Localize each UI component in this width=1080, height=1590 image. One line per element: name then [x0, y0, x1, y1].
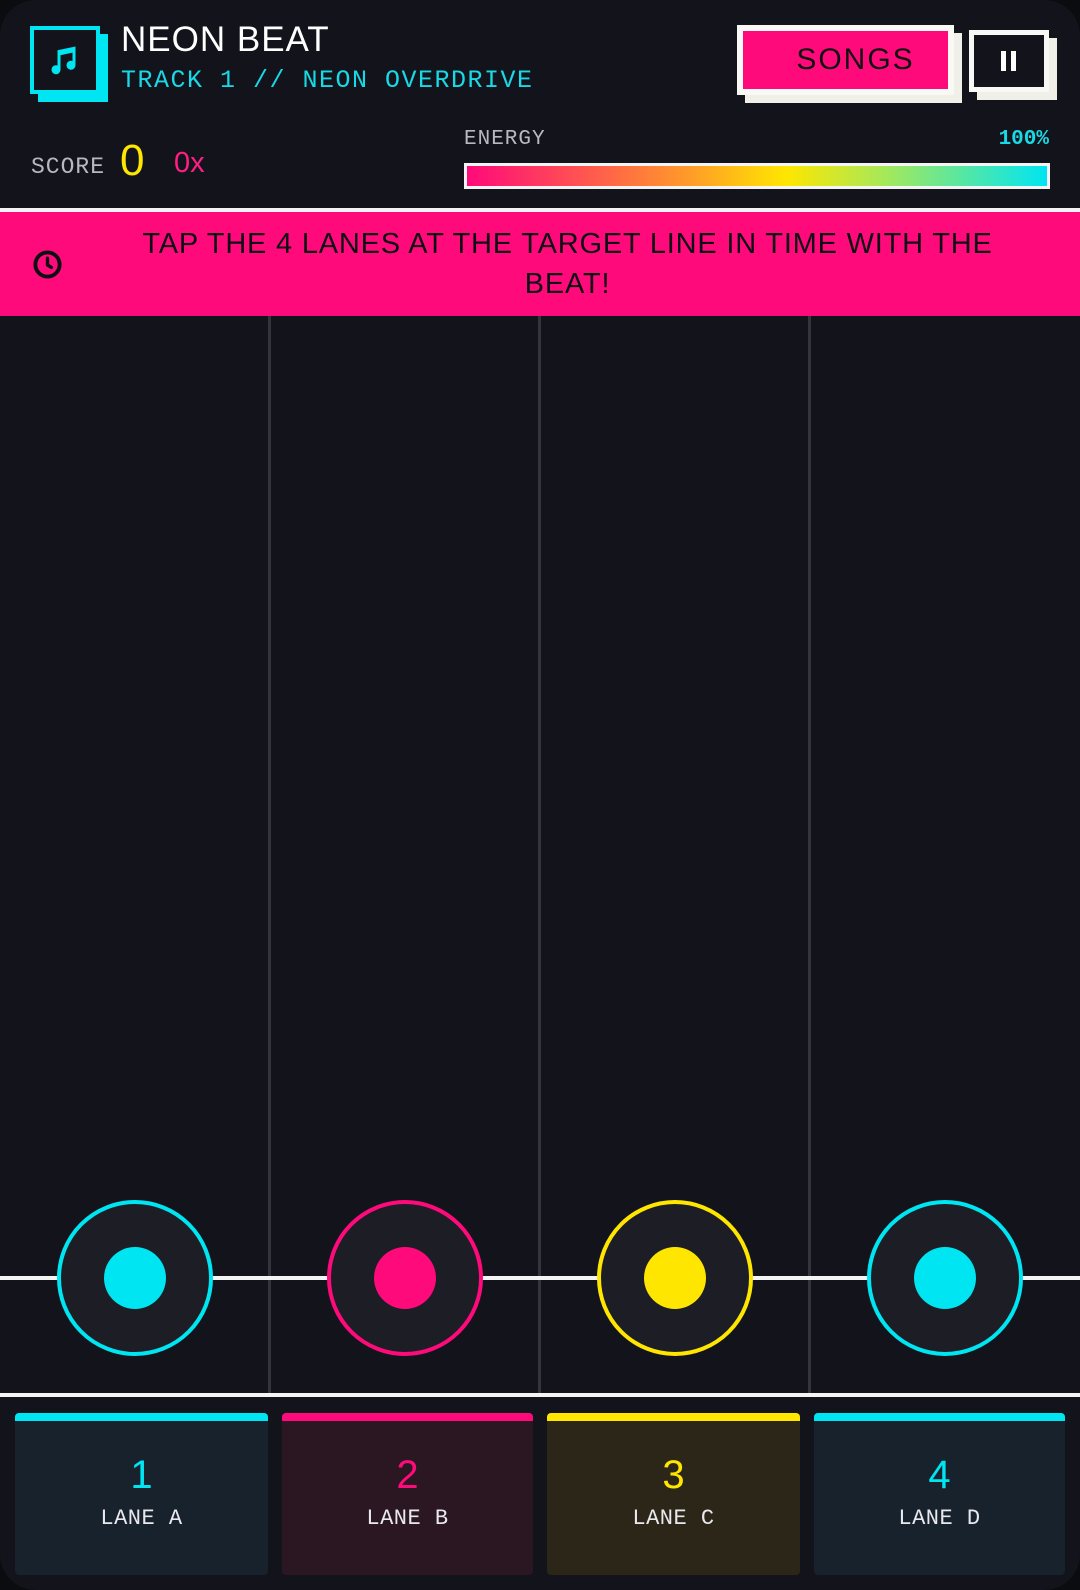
lane-divider	[808, 316, 811, 1393]
lane-color-bar	[814, 1413, 1065, 1421]
target-lane-a[interactable]	[57, 1200, 213, 1356]
lane-divider	[268, 316, 271, 1393]
lane-color-bar	[282, 1413, 533, 1421]
target-dot	[104, 1247, 166, 1309]
lane-number: 4	[928, 1453, 951, 1497]
score-value: 0	[120, 136, 145, 185]
energy-bar	[464, 163, 1050, 189]
instruction-banner: TAP THE 4 LANES AT THE TARGET LINE IN TI…	[0, 212, 1080, 316]
score-label: SCORE	[31, 154, 106, 180]
lane-c-button[interactable]: 3 LANE C	[547, 1413, 800, 1575]
lane-number: 2	[396, 1453, 419, 1497]
target-dot	[914, 1247, 976, 1309]
songs-button-wrapper: SONGS	[737, 25, 962, 103]
game-frame: NEON BEAT TRACK 1 // NEON OVERDRIVE SONG…	[0, 0, 1080, 1590]
pause-button-wrapper	[969, 30, 1057, 100]
energy-percent: 100%	[998, 128, 1049, 151]
energy-fill	[467, 166, 1047, 186]
lane-label: LANE B	[366, 1506, 449, 1531]
lane-color-bar	[15, 1413, 268, 1421]
playfield	[0, 316, 1080, 1393]
pause-icon	[1001, 51, 1016, 71]
lane-label: LANE C	[632, 1506, 715, 1531]
target-dot	[374, 1247, 436, 1309]
target-lane-b[interactable]	[327, 1200, 483, 1356]
target-lane-d[interactable]	[867, 1200, 1023, 1356]
lane-divider	[538, 316, 541, 1393]
lane-number: 3	[662, 1453, 685, 1497]
lane-label: LANE A	[100, 1506, 183, 1531]
instruction-text: TAP THE 4 LANES AT THE TARGET LINE IN TI…	[142, 228, 993, 300]
lane-a-button[interactable]: 1 LANE A	[15, 1413, 268, 1575]
lane-d-button[interactable]: 4 LANE D	[814, 1413, 1065, 1575]
track-subtitle: TRACK 1 // NEON OVERDRIVE	[121, 66, 534, 95]
lane-label: LANE D	[898, 1506, 981, 1531]
clock-icon	[33, 250, 62, 279]
lane-color-bar	[547, 1413, 800, 1421]
field-bottom-divider	[0, 1393, 1080, 1397]
combo-multiplier: 0x	[174, 147, 205, 179]
music-note-icon	[30, 26, 108, 102]
target-dot	[644, 1247, 706, 1309]
songs-button[interactable]: SONGS	[737, 25, 954, 95]
target-lane-c[interactable]	[597, 1200, 753, 1356]
lane-number: 1	[130, 1453, 153, 1497]
lane-b-button[interactable]: 2 LANE B	[282, 1413, 533, 1575]
energy-label: ENERGY	[464, 128, 546, 151]
pause-button[interactable]	[969, 30, 1049, 92]
game-title: NEON BEAT	[121, 20, 330, 59]
